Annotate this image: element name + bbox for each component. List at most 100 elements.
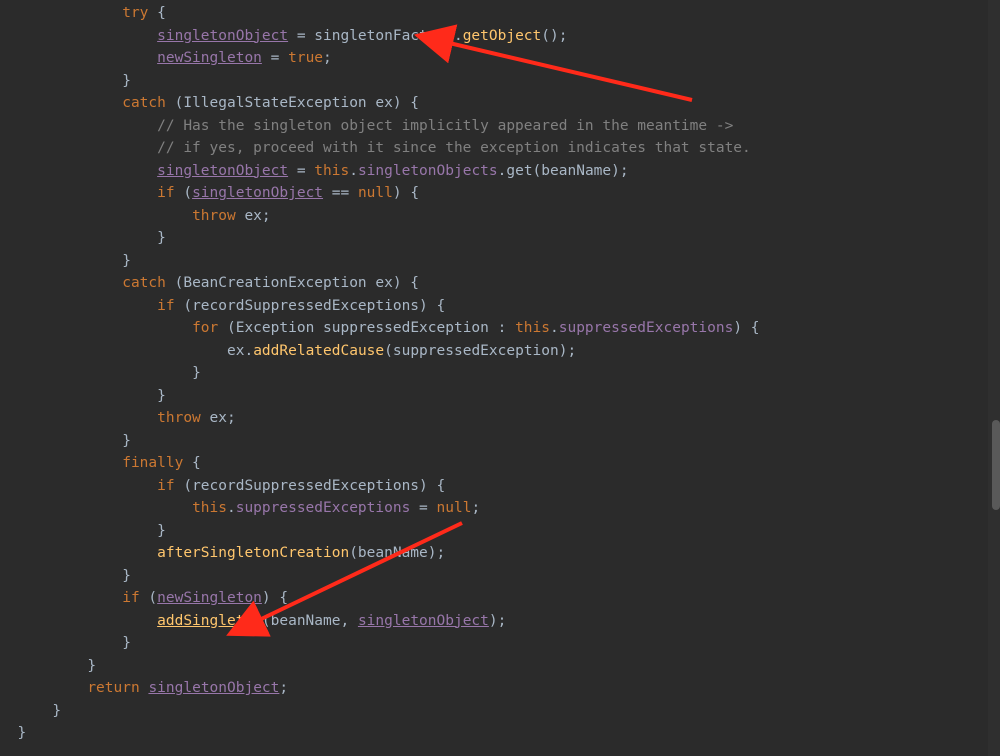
- code-token: // if yes, proceed with it since the exc…: [157, 140, 751, 156]
- code-token: singletonObject: [157, 163, 288, 179]
- code-line[interactable]: throw ex;: [0, 407, 1000, 430]
- code-token: ;: [323, 50, 332, 66]
- code-line[interactable]: afterSingletonCreation(beanName);: [0, 542, 1000, 565]
- code-line[interactable]: if (newSingleton) {: [0, 587, 1000, 610]
- code-token: this: [515, 320, 550, 336]
- code-line[interactable]: }: [0, 565, 1000, 588]
- code-line[interactable]: }: [0, 520, 1000, 543]
- code-token: (BeanCreationException ex) {: [166, 275, 419, 291]
- code-token: addRelatedCause: [253, 343, 384, 359]
- code-token: ) {: [733, 320, 759, 336]
- code-token: ex;: [201, 410, 236, 426]
- code-token: ==: [323, 185, 358, 201]
- code-token: if: [157, 298, 174, 314]
- code-line[interactable]: if (singletonObject == null) {: [0, 182, 1000, 205]
- code-token: // Has the singleton object implicitly a…: [157, 118, 733, 134]
- code-token: ();: [541, 28, 567, 44]
- code-token: }: [122, 635, 131, 651]
- code-editor-viewport[interactable]: try { singletonObject = singletonFactory…: [0, 0, 1000, 756]
- code-line[interactable]: try {: [0, 2, 1000, 25]
- code-line[interactable]: finally {: [0, 452, 1000, 475]
- code-token: try: [122, 5, 148, 21]
- code-token: }: [192, 365, 201, 381]
- code-token: suppressedExceptions: [236, 500, 411, 516]
- code-token: );: [489, 613, 506, 629]
- code-line[interactable]: }: [0, 632, 1000, 655]
- code-token: }: [122, 433, 131, 449]
- code-token: throw: [192, 208, 236, 224]
- code-line[interactable]: }: [0, 362, 1000, 385]
- code-line[interactable]: }: [0, 700, 1000, 723]
- code-token: addSingleton: [157, 613, 262, 629]
- code-line[interactable]: }: [0, 70, 1000, 93]
- code-token: .: [227, 500, 236, 516]
- code-token: null: [358, 185, 393, 201]
- code-token: =: [288, 163, 314, 179]
- code-token: }: [157, 523, 166, 539]
- code-token: }: [87, 658, 96, 674]
- code-token: =: [262, 50, 288, 66]
- code-token: }: [122, 253, 131, 269]
- code-token: (recordSuppressedExceptions) {: [175, 298, 446, 314]
- code-line[interactable]: // if yes, proceed with it since the exc…: [0, 137, 1000, 160]
- code-token: singletonObject: [358, 613, 489, 629]
- code-token: catch: [122, 95, 166, 111]
- scroll-thumb[interactable]: [992, 420, 1000, 510]
- code-line[interactable]: // Has the singleton object implicitly a…: [0, 115, 1000, 138]
- vertical-scrollbar[interactable]: [988, 0, 1000, 756]
- code-token: if: [122, 590, 139, 606]
- code-token: }: [157, 388, 166, 404]
- code-line[interactable]: catch (IllegalStateException ex) {: [0, 92, 1000, 115]
- code-token: return: [87, 680, 139, 696]
- code-token: ex;: [236, 208, 271, 224]
- code-token: (beanName,: [262, 613, 358, 629]
- code-line[interactable]: }: [0, 655, 1000, 678]
- code-line[interactable]: singletonObject = this.singletonObjects.…: [0, 160, 1000, 183]
- code-line[interactable]: this.suppressedExceptions = null;: [0, 497, 1000, 520]
- code-token: .: [550, 320, 559, 336]
- code-token: singletonObject: [157, 28, 288, 44]
- code-line[interactable]: throw ex;: [0, 205, 1000, 228]
- code-token: {: [148, 5, 165, 21]
- code-token: .: [349, 163, 358, 179]
- code-line[interactable]: catch (BeanCreationException ex) {: [0, 272, 1000, 295]
- code-line[interactable]: }: [0, 250, 1000, 273]
- code-token: (: [140, 590, 157, 606]
- code-token: ) {: [393, 185, 419, 201]
- code-token: }: [122, 73, 131, 89]
- code-token: (suppressedException);: [384, 343, 576, 359]
- code-token: catch: [122, 275, 166, 291]
- code-token: {: [183, 455, 200, 471]
- code-token: afterSingletonCreation: [157, 545, 349, 561]
- code-token: this: [314, 163, 349, 179]
- code-line[interactable]: }: [0, 430, 1000, 453]
- code-token: (: [175, 185, 192, 201]
- code-line[interactable]: return singletonObject;: [0, 677, 1000, 700]
- code-token: (IllegalStateException ex) {: [166, 95, 419, 111]
- code-line[interactable]: }: [0, 227, 1000, 250]
- code-token: }: [17, 725, 26, 741]
- code-line[interactable]: newSingleton = true;: [0, 47, 1000, 70]
- code-line[interactable]: if (recordSuppressedExceptions) {: [0, 475, 1000, 498]
- code-line[interactable]: addSingleton(beanName, singletonObject);: [0, 610, 1000, 633]
- code-line[interactable]: ex.addRelatedCause(suppressedException);: [0, 340, 1000, 363]
- code-token: .get(beanName);: [498, 163, 629, 179]
- code-token: true: [288, 50, 323, 66]
- code-token: singletonObject: [148, 680, 279, 696]
- code-token: singletonObject: [192, 185, 323, 201]
- code-line[interactable]: if (recordSuppressedExceptions) {: [0, 295, 1000, 318]
- code-token: ex.: [227, 343, 253, 359]
- code-token: finally: [122, 455, 183, 471]
- code-token: for: [192, 320, 218, 336]
- code-token: getObject: [463, 28, 542, 44]
- code-line[interactable]: }: [0, 385, 1000, 408]
- code-token: throw: [157, 410, 201, 426]
- code-line[interactable]: singletonObject = singletonFactory.getOb…: [0, 25, 1000, 48]
- code-token: ;: [471, 500, 480, 516]
- code-token: }: [52, 703, 61, 719]
- code-token: singletonObjects: [358, 163, 498, 179]
- code-token: }: [122, 568, 131, 584]
- code-token: (Exception suppressedException :: [218, 320, 515, 336]
- code-line[interactable]: for (Exception suppressedException : thi…: [0, 317, 1000, 340]
- code-line[interactable]: }: [0, 722, 1000, 745]
